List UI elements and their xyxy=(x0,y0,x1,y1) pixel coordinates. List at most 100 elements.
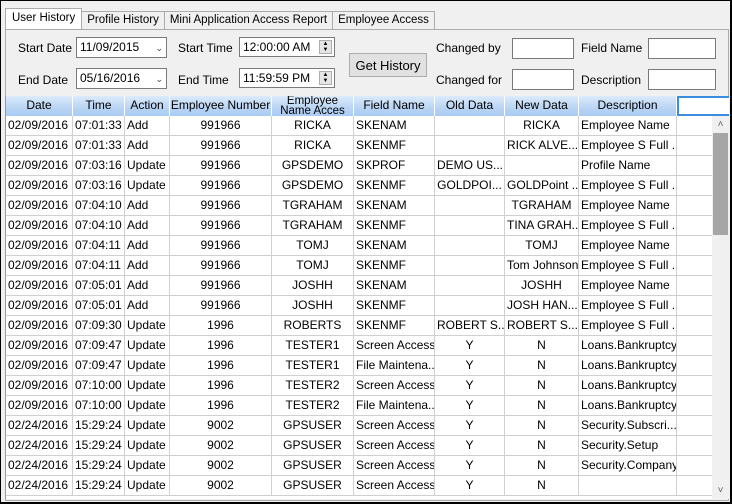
cell-field-name[interactable]: SKENAM xyxy=(354,276,435,296)
cell-time[interactable]: 07:01:33 xyxy=(73,116,125,136)
cell-description[interactable]: Employee Name xyxy=(579,196,677,216)
cell-action[interactable]: Update xyxy=(125,396,170,416)
cell-date[interactable]: 02/09/2016 xyxy=(6,216,73,236)
cell-date[interactable]: 02/09/2016 xyxy=(6,316,73,336)
cell-field-name[interactable]: Screen Access xyxy=(354,456,435,476)
cell-field-name[interactable]: SKENAM xyxy=(354,236,435,256)
cell-description[interactable]: Security.Setup xyxy=(579,436,677,456)
cell-new-data[interactable]: N xyxy=(505,456,579,476)
changed-by-input[interactable] xyxy=(512,38,574,59)
cell-date[interactable]: 02/09/2016 xyxy=(6,356,73,376)
cell-blank[interactable] xyxy=(677,156,714,176)
cell-action[interactable]: Update xyxy=(125,456,170,476)
cell-action[interactable]: Add xyxy=(125,196,170,216)
cell-new-data[interactable]: TGRAHAM xyxy=(505,196,579,216)
changed-for-input[interactable] xyxy=(512,69,574,90)
table-row[interactable]: 02/09/2016 07:01:33 Add 991966 RICKA SKENMF RI… xyxy=(6,136,714,156)
cell-blank[interactable] xyxy=(677,116,714,136)
cell-employee-name[interactable]: TESTER1 xyxy=(272,336,354,356)
cell-date[interactable]: 02/24/2016 xyxy=(6,416,73,436)
cell-employee-name[interactable]: ROBERTS xyxy=(272,316,354,336)
cell-description[interactable]: Loans.Bankruptcy xyxy=(579,336,677,356)
tab-profile-history[interactable]: Profile History xyxy=(81,11,165,29)
cell-new-data[interactable]: N xyxy=(505,396,579,416)
tab-user-history[interactable]: User History xyxy=(5,8,83,29)
cell-new-data[interactable]: JOSHH xyxy=(505,276,579,296)
cell-employee-name[interactable]: TESTER2 xyxy=(272,376,354,396)
cell-employee-name[interactable]: TESTER2 xyxy=(272,396,354,416)
cell-employee-number[interactable]: 991966 xyxy=(170,176,272,196)
cell-employee-number[interactable]: 9002 xyxy=(170,456,272,476)
cell-blank[interactable] xyxy=(677,356,714,376)
cell-date[interactable]: 02/09/2016 xyxy=(6,396,73,416)
table-row[interactable]: 02/09/2016 07:03:16 Update 991966 GPSDEMO SKE… xyxy=(6,176,714,196)
end-time-field[interactable]: 11:59:59 PM ▲ ▼ xyxy=(239,68,335,88)
cell-employee-name[interactable]: GPSUSER xyxy=(272,476,354,496)
cell-old-data[interactable]: Y xyxy=(435,436,505,456)
cell-employee-name[interactable]: GPSUSER xyxy=(272,456,354,476)
table-row[interactable]: 02/09/2016 07:09:47 Update 1996 TESTER1 File … xyxy=(6,356,714,376)
cell-new-data[interactable]: TOMJ xyxy=(505,236,579,256)
cell-field-name[interactable]: SKENMF xyxy=(354,256,435,276)
cell-old-data[interactable]: Y xyxy=(435,396,505,416)
cell-field-name[interactable]: SKENAM xyxy=(354,116,435,136)
cell-field-name[interactable]: Screen Access xyxy=(354,476,435,496)
cell-time[interactable]: 07:03:16 xyxy=(73,176,125,196)
cell-new-data[interactable]: N xyxy=(505,416,579,436)
cell-employee-number[interactable]: 9002 xyxy=(170,476,272,496)
cell-time[interactable]: 07:04:10 xyxy=(73,216,125,236)
table-row[interactable]: 02/09/2016 07:09:30 Update 1996 ROBERTS SKENM… xyxy=(6,316,714,336)
cell-date[interactable]: 02/24/2016 xyxy=(6,476,73,496)
cell-blank[interactable] xyxy=(677,216,714,236)
cell-description[interactable]: Employee S Full ... xyxy=(579,176,677,196)
field-name-input[interactable] xyxy=(648,38,716,59)
cell-action[interactable]: Update xyxy=(125,436,170,456)
cell-blank[interactable] xyxy=(677,336,714,356)
cell-description[interactable]: Security.Subscri... xyxy=(579,416,677,436)
table-row[interactable]: 02/09/2016 07:05:01 Add 991966 JOSHH SKENAM JO… xyxy=(6,276,714,296)
cell-date[interactable]: 02/09/2016 xyxy=(6,196,73,216)
cell-new-data[interactable]: TINA GRAH... xyxy=(505,216,579,236)
cell-blank[interactable] xyxy=(677,236,714,256)
cell-blank[interactable] xyxy=(677,176,714,196)
table-row[interactable]: 02/24/2016 15:29:24 Update 9002 GPSUSER Scree… xyxy=(6,476,714,496)
column-header-new-data[interactable]: New Data xyxy=(505,96,579,116)
cell-date[interactable]: 02/24/2016 xyxy=(6,436,73,456)
table-row[interactable]: 02/09/2016 07:04:11 Add 991966 TOMJ SKENAM TOM… xyxy=(6,236,714,256)
cell-employee-number[interactable]: 9002 xyxy=(170,416,272,436)
cell-employee-name[interactable]: TGRAHAM xyxy=(272,196,354,216)
cell-old-data[interactable] xyxy=(435,196,505,216)
cell-action[interactable]: Add xyxy=(125,216,170,236)
cell-blank[interactable] xyxy=(677,396,714,416)
tab-mini-application-access-report[interactable]: Mini Application Access Report xyxy=(163,11,334,29)
table-row[interactable]: 02/09/2016 07:03:16 Update 991966 GPSDEMO SKP… xyxy=(6,156,714,176)
cell-new-data[interactable]: N xyxy=(505,356,579,376)
cell-date[interactable]: 02/09/2016 xyxy=(6,256,73,276)
cell-employee-number[interactable]: 991966 xyxy=(170,276,272,296)
cell-employee-name[interactable]: RICKA xyxy=(272,136,354,156)
cell-employee-number[interactable]: 991966 xyxy=(170,256,272,276)
cell-blank[interactable] xyxy=(677,456,714,476)
cell-description[interactable]: Loans.Bankruptcy xyxy=(579,376,677,396)
cell-new-data[interactable]: N xyxy=(505,436,579,456)
cell-field-name[interactable]: SKENAM xyxy=(354,196,435,216)
column-header-action[interactable]: Action xyxy=(125,96,170,116)
column-header-time[interactable]: Time xyxy=(73,96,125,116)
cell-time[interactable]: 07:04:10 xyxy=(73,196,125,216)
table-row[interactable]: 02/09/2016 07:09:47 Update 1996 TESTER1 Scree… xyxy=(6,336,714,356)
cell-time[interactable]: 07:09:47 xyxy=(73,356,125,376)
cell-employee-number[interactable]: 1996 xyxy=(170,356,272,376)
cell-field-name[interactable]: Screen Access xyxy=(354,436,435,456)
cell-field-name[interactable]: SKENMF xyxy=(354,136,435,156)
cell-description[interactable] xyxy=(579,476,677,496)
cell-time[interactable]: 15:29:24 xyxy=(73,436,125,456)
cell-employee-number[interactable]: 991966 xyxy=(170,216,272,236)
vertical-scrollbar[interactable]: ˄ ˅ xyxy=(712,116,729,499)
cell-old-data[interactable] xyxy=(435,136,505,156)
cell-blank[interactable] xyxy=(677,276,714,296)
cell-employee-name[interactable]: GPSDEMO xyxy=(272,156,354,176)
table-row[interactable]: 02/09/2016 07:01:33 Add 991966 RICKA SKENAM RI… xyxy=(6,116,714,136)
cell-field-name[interactable]: File Maintena... xyxy=(354,356,435,376)
cell-field-name[interactable]: SKENMF xyxy=(354,316,435,336)
cell-description[interactable]: Loans.Bankruptcy xyxy=(579,396,677,416)
